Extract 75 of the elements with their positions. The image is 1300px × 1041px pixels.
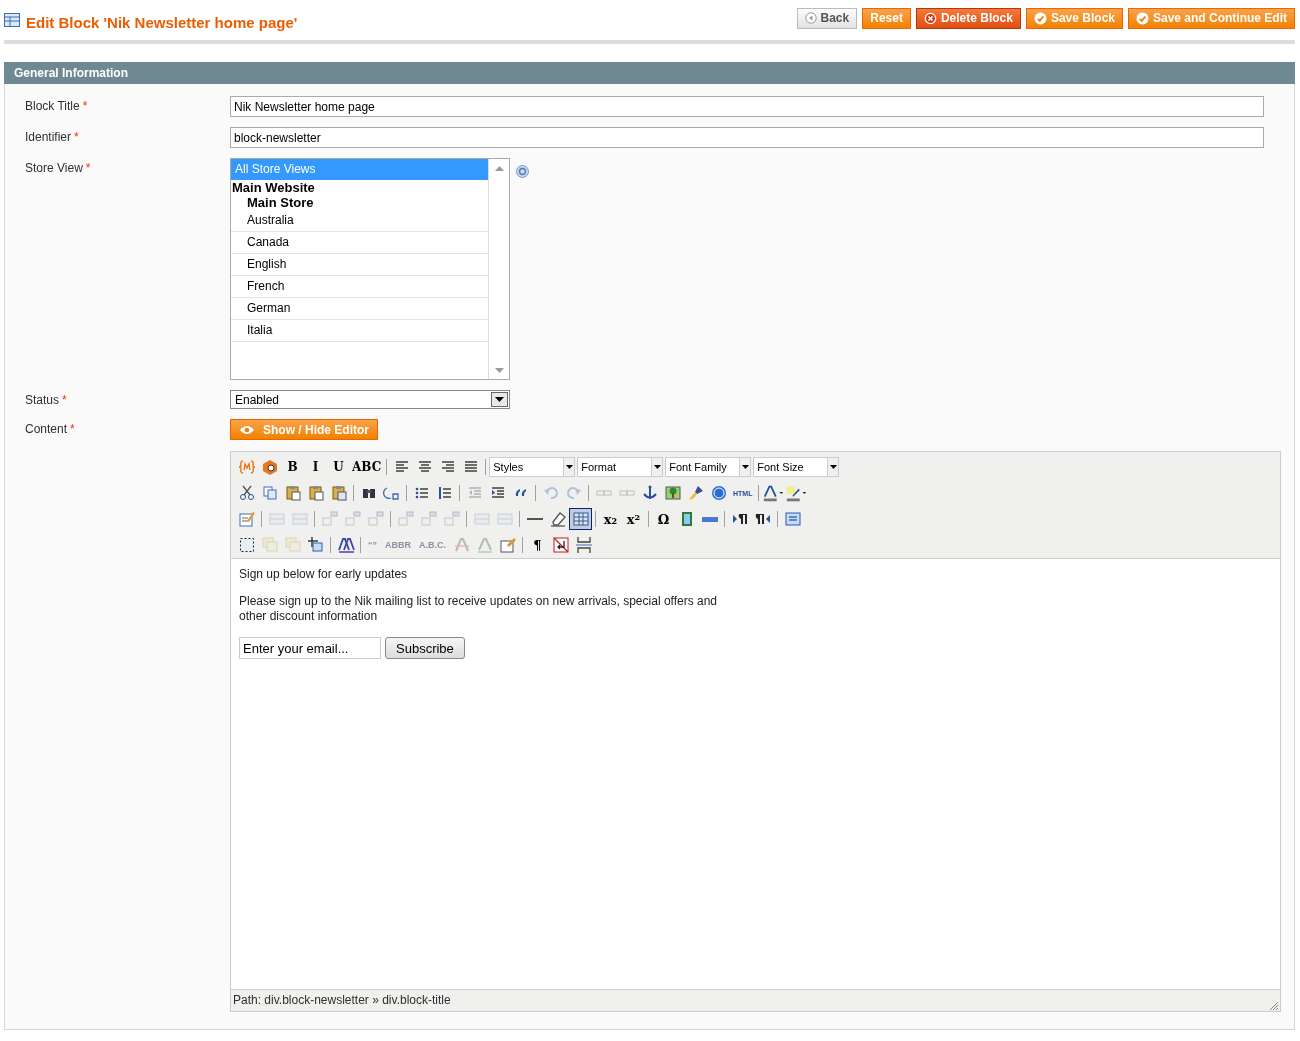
toolbar-dropdown[interactable]: Font Size [753,457,840,477]
content-heading: Sign up below for early updates [239,567,409,581]
close-icon [923,11,937,25]
checkmark-icon [1033,11,1047,25]
group-label: Main Website [231,180,316,195]
toolbar-button[interactable]: B [281,456,304,478]
content-paragraph: Please sign up to the Nik mailing list to receive updates on new arrivals, special offers and other discount information [239,594,719,624]
toolbar-dropdown[interactable]: Styles [489,457,576,477]
eraser-icon[interactable] [548,510,567,528]
form-edit-icon[interactable] [498,536,517,554]
list-option[interactable]: French [231,276,488,298]
scroll-down-icon[interactable] [494,368,504,373]
list-option[interactable]: Italia [231,320,488,342]
dropdown-arrow-icon [495,397,504,402]
page-break-icon[interactable] [574,536,593,554]
picture-icon[interactable] [663,484,682,502]
dropdown-arrow-icon [565,465,573,469]
page-return-icon[interactable] [551,536,570,554]
section-title: General Information [14,66,129,80]
field-label: Store View [25,161,83,175]
eye-icon [239,424,255,435]
toolbar-button[interactable]: x² [622,508,645,530]
field-label: Identifier [25,130,72,144]
table-icon[interactable] [571,510,590,528]
anchor-icon[interactable] [640,484,659,502]
required-mark: * [85,161,91,175]
store-view-listbox[interactable]: All Store Views Main Website Main Store Australia Canada English French German Italia [230,158,510,380]
clipboard-text-icon[interactable] [306,484,325,502]
subscribe-button[interactable]: Subscribe [385,637,465,659]
grid-icon [4,13,20,27]
dropdown-arrow-icon [653,465,661,469]
dropdown-arrow-icon [829,465,837,469]
text-input[interactable]: Nik Newsletter home page [230,96,1264,117]
scissors-icon[interactable] [237,484,256,502]
toolbar-button[interactable]: x₂ [599,508,622,530]
checkmark-icon [1136,11,1149,25]
toolbar-dropdown[interactable]: Font Family [665,457,752,477]
text-color-icon[interactable] [762,484,786,502]
scroll-up-icon[interactable] [494,166,504,171]
required-mark: * [70,422,75,436]
field-label: Content [25,422,68,436]
field-label: Block Title [25,99,80,113]
toolbar-button[interactable]: I [304,456,327,478]
toolbar-button[interactable]: Ω [652,508,675,530]
pencil-note-icon[interactable] [237,510,256,528]
text-input[interactable]: block-newsletter [230,127,1264,148]
toolbar-dropdown[interactable]: Format [577,457,664,477]
list-option[interactable]: Australia [231,210,488,232]
highlight-icon[interactable] [785,484,809,502]
dropdown-arrow-icon [741,465,749,469]
field-label: Status [25,393,60,407]
toolbar-button[interactable]: U [327,456,350,478]
dashed-square-icon[interactable] [237,536,256,554]
email-input[interactable]: Enter your email... [239,637,381,659]
element-path: Path: div.block-newsletter » div.block-title [233,992,451,1009]
toolbar-button[interactable]: ¶ [526,534,549,556]
clipboard-word-icon[interactable] [329,484,348,502]
required-mark: * [82,99,88,113]
brush-icon[interactable] [686,484,705,502]
image-gear-icon[interactable] [260,458,279,476]
page-title: Edit Block 'Nik Newsletter home page' [26,13,299,31]
required-mark: * [74,130,79,144]
status-select[interactable]: Enabled [230,390,510,409]
required-mark: * [62,393,67,407]
resize-grip-icon[interactable] [1268,1000,1278,1010]
list-option[interactable]: English [231,254,488,276]
list-option[interactable]: Canada [231,232,488,254]
toolbar-button[interactable]: ABC [350,456,384,478]
copy-icon[interactable] [260,484,279,502]
list-option[interactable]: German [231,298,488,320]
clipboard-icon[interactable] [283,484,302,502]
window-icon[interactable] [783,510,802,528]
plus-square-icon[interactable] [306,536,325,554]
header-button[interactable]: Back [796,7,858,29]
group-label: Main Store [246,195,315,210]
